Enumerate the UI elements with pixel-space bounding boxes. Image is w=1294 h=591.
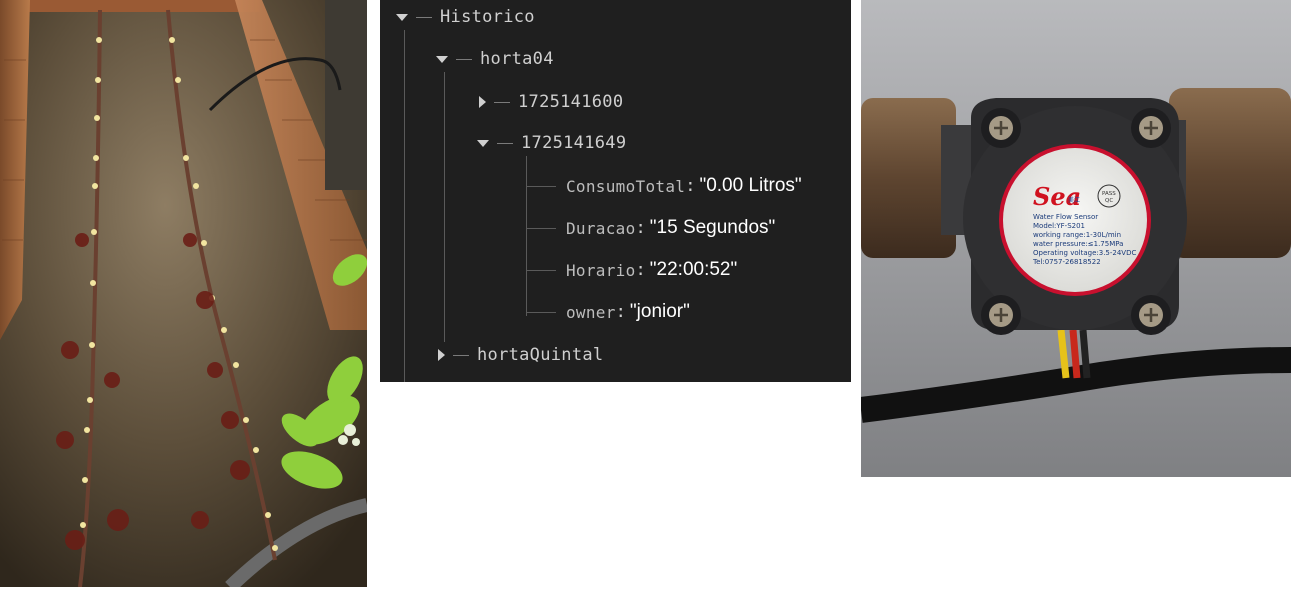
leaf-value[interactable]: "jonior" [630, 301, 690, 323]
leaf-colon: : [635, 218, 646, 238]
leaf-value[interactable]: "0.00 Litros" [699, 175, 801, 197]
svg-text:PASS: PASS [1102, 191, 1116, 197]
garden-bed-image [0, 0, 367, 587]
node-connector [494, 101, 510, 103]
node-key-label: 1725141600 [518, 92, 624, 112]
garden-bed-photo [0, 0, 367, 587]
tree-guide-1725141649 [526, 156, 527, 316]
tree-guide-h3 [526, 270, 556, 271]
leaf-key-label: ConsumoTotal [566, 176, 686, 196]
svg-text:Operating voltage:3.5-24VDC: Operating voltage:3.5-24VDC [1033, 249, 1136, 257]
leaf-colon: : [685, 176, 696, 196]
svg-text:working range:1-30L/min: working range:1-30L/min [1033, 231, 1121, 239]
node-connector [456, 58, 472, 60]
leaf-value[interactable]: "15 Segundos" [650, 217, 775, 239]
tree-leaf-duracao[interactable]: Duracao: "15 Segundos" [566, 216, 775, 240]
node-connector [453, 354, 469, 356]
node-connector [416, 16, 432, 18]
tree-node-historico[interactable]: Historico [396, 5, 535, 29]
expand-caret-icon[interactable] [436, 55, 448, 63]
node-key-label: Historico [440, 7, 535, 27]
tree-leaf-consumototal[interactable]: ConsumoTotal: "0.00 Litros" [566, 174, 802, 198]
svg-text:Water Flow Sensor: Water Flow Sensor [1033, 213, 1098, 221]
database-tree-panel: Historico horta04 1725141600 1725141649 … [380, 0, 851, 382]
tree-node-horta04[interactable]: horta04 [436, 47, 554, 71]
collapse-caret-icon[interactable] [479, 96, 486, 108]
leaf-colon: : [615, 302, 626, 322]
svg-text:Model:YF-S201: Model:YF-S201 [1033, 222, 1085, 230]
node-connector [497, 142, 513, 144]
svg-text:water pressure:≤1.75MPa: water pressure:≤1.75MPa [1033, 240, 1123, 248]
tree-guide-h4 [526, 312, 556, 313]
tree-leaf-owner[interactable]: owner: "jonior" [566, 300, 690, 324]
tree-guide-root [404, 30, 405, 382]
leaf-key-label: Horario [566, 260, 636, 280]
leaf-key-label: owner [566, 302, 616, 322]
water-flow-sensor-image: Sea 美江 PASS QC Water Flow Sensor Model:Y… [861, 0, 1291, 477]
tree-node-hortaquintal[interactable]: hortaQuintal [438, 343, 603, 367]
expand-caret-icon[interactable] [477, 139, 489, 147]
collapse-caret-icon[interactable] [438, 349, 445, 361]
tree-node-1725141649[interactable]: 1725141649 [477, 131, 626, 155]
leaf-value[interactable]: "22:00:52" [650, 259, 737, 281]
node-key-label: hortaQuintal [477, 345, 604, 365]
node-key-label: 1725141649 [521, 133, 627, 153]
tree-node-1725141600[interactable]: 1725141600 [479, 90, 623, 114]
tree-guide-horta04 [444, 72, 445, 342]
leaf-colon: : [635, 260, 646, 280]
svg-text:Tel:0757-26818522: Tel:0757-26818522 [1032, 258, 1101, 266]
svg-text:QC: QC [1105, 198, 1113, 204]
tree-guide-h2 [526, 228, 556, 229]
leaf-key-label: Duracao [566, 218, 636, 238]
node-key-label: horta04 [480, 49, 554, 69]
water-flow-sensor-photo: Sea 美江 PASS QC Water Flow Sensor Model:Y… [861, 0, 1291, 477]
tree-leaf-horario[interactable]: Horario: "22:00:52" [566, 258, 737, 282]
tree-guide-h1 [526, 186, 556, 187]
expand-caret-icon[interactable] [396, 13, 408, 21]
svg-text:美江: 美江 [1068, 196, 1080, 204]
